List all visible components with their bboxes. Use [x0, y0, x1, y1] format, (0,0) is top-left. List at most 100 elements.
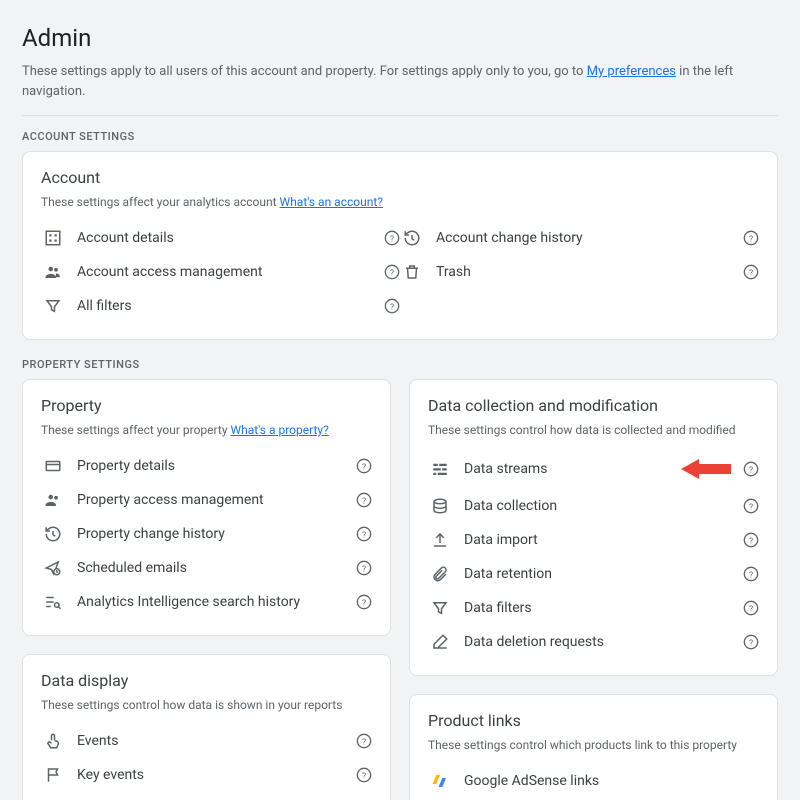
help-icon[interactable]: ?: [356, 560, 372, 576]
help-icon[interactable]: ?: [743, 264, 759, 280]
help-icon[interactable]: ?: [384, 264, 400, 280]
page-title: Admin: [22, 24, 778, 52]
svg-text:?: ?: [390, 302, 394, 312]
svg-text:?: ?: [362, 564, 366, 574]
help-icon[interactable]: ?: [743, 566, 759, 582]
help-icon[interactable]: ?: [356, 594, 372, 610]
svg-text:?: ?: [362, 737, 366, 747]
svg-text:?: ?: [390, 234, 394, 244]
row-label: Account change history: [436, 230, 731, 246]
help-icon[interactable]: ?: [356, 733, 372, 749]
data-deletion-row[interactable]: Data deletion requests ?: [428, 625, 759, 659]
people-icon: [41, 491, 65, 509]
data-display-desc: These settings control how data is shown…: [41, 698, 372, 712]
help-icon[interactable]: ?: [384, 230, 400, 246]
help-icon[interactable]: ?: [743, 634, 759, 650]
stream-icon: [428, 460, 452, 478]
svg-text:?: ?: [749, 604, 753, 614]
property-details-row[interactable]: Property details ?: [41, 449, 372, 483]
product-links-title: Product links: [428, 711, 759, 730]
intro-prefix: These settings apply to all users of thi…: [22, 64, 587, 79]
svg-text:?: ?: [390, 268, 394, 278]
row-label: Property details: [77, 458, 344, 474]
adsense-links-row[interactable]: Google AdSense links: [428, 764, 759, 798]
svg-text:?: ?: [749, 570, 753, 580]
events-row[interactable]: Events ?: [41, 724, 372, 758]
row-label: Data streams: [464, 461, 661, 477]
callout-arrow: [681, 457, 731, 481]
data-filters-row[interactable]: Data filters ?: [428, 591, 759, 625]
row-label: Data filters: [464, 600, 731, 616]
data-collection-title: Data collection and modification: [428, 396, 759, 415]
my-preferences-link[interactable]: My preferences: [587, 64, 676, 79]
property-history-row[interactable]: Property change history ?: [41, 517, 372, 551]
card-icon: [41, 457, 65, 475]
svg-text:?: ?: [362, 462, 366, 472]
data-collection-desc: These settings control how data is colle…: [428, 423, 759, 437]
help-icon[interactable]: ?: [356, 526, 372, 542]
help-icon[interactable]: ?: [743, 532, 759, 548]
row-label: Property change history: [77, 526, 344, 542]
svg-text:?: ?: [749, 268, 753, 278]
intelligence-history-row[interactable]: Analytics Intelligence search history ?: [41, 585, 372, 619]
account-details-row[interactable]: Account details ?: [41, 221, 400, 255]
row-label: Events: [77, 733, 344, 749]
account-access-row[interactable]: Account access management ?: [41, 255, 400, 289]
row-label: Account details: [77, 230, 372, 246]
data-display-title: Data display: [41, 671, 372, 690]
help-icon[interactable]: ?: [384, 298, 400, 314]
row-label: Analytics Intelligence search history: [77, 594, 344, 610]
row-label: Account access management: [77, 264, 372, 280]
svg-text:?: ?: [362, 771, 366, 781]
scheduled-emails-row[interactable]: Scheduled emails ?: [41, 551, 372, 585]
svg-text:?: ?: [749, 465, 753, 475]
help-icon[interactable]: ?: [743, 230, 759, 246]
help-icon[interactable]: ?: [743, 461, 759, 477]
data-retention-row[interactable]: Data retention ?: [428, 557, 759, 591]
help-icon[interactable]: ?: [356, 492, 372, 508]
all-filters-row[interactable]: All filters ?: [41, 289, 400, 323]
row-label: Data deletion requests: [464, 634, 731, 650]
send-clock-icon: [41, 559, 65, 577]
help-icon[interactable]: ?: [356, 458, 372, 474]
history-icon: [400, 229, 424, 247]
building-icon: [41, 229, 65, 247]
database-icon: [428, 497, 452, 515]
product-links-desc: These settings control which products li…: [428, 738, 759, 752]
intro-text: These settings apply to all users of thi…: [22, 62, 778, 101]
eraser-icon: [428, 633, 452, 651]
change-history-row[interactable]: Account change history ?: [400, 221, 759, 255]
help-icon[interactable]: ?: [743, 498, 759, 514]
row-label: Data collection: [464, 498, 731, 514]
divider: [22, 115, 778, 116]
svg-text:?: ?: [749, 234, 753, 244]
touch-icon: [41, 732, 65, 750]
help-icon[interactable]: ?: [743, 600, 759, 616]
key-events-row[interactable]: Key events ?: [41, 758, 372, 792]
data-display-card: Data display These settings control how …: [22, 654, 391, 800]
svg-text:?: ?: [749, 638, 753, 648]
filter-icon: [41, 297, 65, 315]
filter-icon: [428, 599, 452, 617]
data-collection-row[interactable]: Data collection ?: [428, 489, 759, 523]
whats-a-property-link[interactable]: What's a property?: [230, 423, 328, 437]
row-label: Property access management: [77, 492, 344, 508]
property-card: Property These settings affect your prop…: [22, 379, 391, 636]
svg-text:?: ?: [362, 598, 366, 608]
clip-icon: [428, 565, 452, 583]
row-label: All filters: [77, 298, 372, 314]
svg-text:?: ?: [362, 530, 366, 540]
help-icon[interactable]: ?: [356, 767, 372, 783]
row-label: Key events: [77, 767, 344, 783]
data-import-row[interactable]: Data import ?: [428, 523, 759, 557]
account-card-desc: These settings affect your analytics acc…: [41, 195, 759, 209]
property-card-title: Property: [41, 396, 372, 415]
data-streams-row[interactable]: Data streams ?: [428, 449, 759, 489]
svg-text:?: ?: [749, 536, 753, 546]
account-settings-heading: ACCOUNT SETTINGS: [22, 130, 778, 143]
whats-an-account-link[interactable]: What's an account?: [280, 195, 383, 209]
upload-icon: [428, 531, 452, 549]
row-label: Data import: [464, 532, 731, 548]
property-access-row[interactable]: Property access management ?: [41, 483, 372, 517]
trash-row[interactable]: Trash ?: [400, 255, 759, 289]
